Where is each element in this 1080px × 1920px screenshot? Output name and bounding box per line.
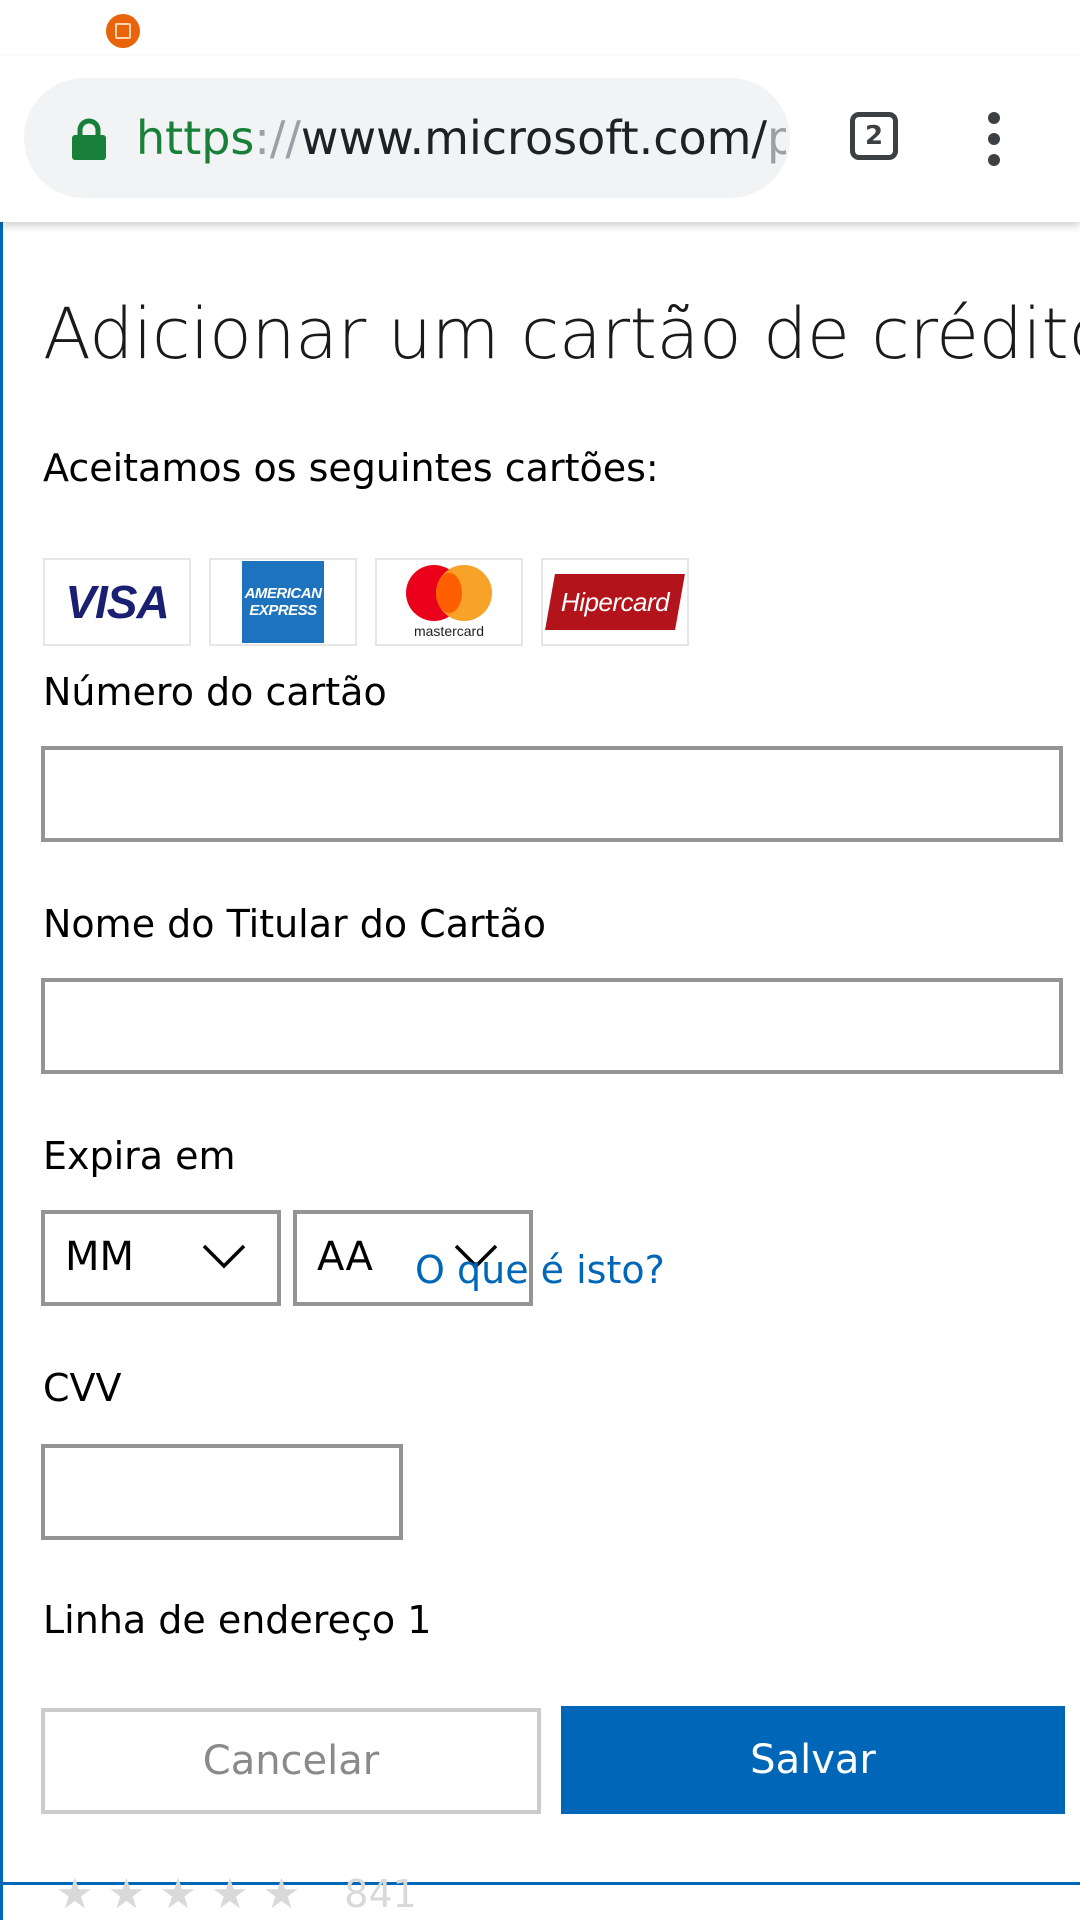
mastercard-text: mastercard <box>413 623 485 639</box>
amex-logo: AMERICAN EXPRESS <box>209 558 357 646</box>
save-button[interactable]: Salvar <box>561 1706 1065 1814</box>
url-text[interactable]: https://www.microsoft.com/p <box>136 108 786 168</box>
accepted-cards-list: VISA AMERICAN EXPRESS mastercard Hipercar… <box>43 558 689 648</box>
cvv-help-link[interactable]: O que é isto? <box>415 1246 665 1294</box>
tab-count: 2 <box>864 121 884 151</box>
accepted-cards-label: Aceitamos os seguintes cartões: <box>43 446 659 490</box>
cancel-button[interactable]: Cancelar <box>41 1708 541 1814</box>
expiry-year-value: AA <box>317 1234 373 1280</box>
more-menu-icon[interactable] <box>986 112 1002 166</box>
tab-switcher-icon[interactable]: 2 <box>850 112 898 160</box>
amex-line1: AMERICAN <box>244 585 322 602</box>
star-icon: ★ <box>210 1870 249 1917</box>
hipercard-logo: Hipercard <box>541 558 689 646</box>
url-separator: :// <box>254 111 301 165</box>
mastercard-logo: mastercard <box>375 558 523 646</box>
address-line1-label: Linha de endereço 1 <box>43 1598 432 1642</box>
hipercard-text: Hipercard <box>560 586 670 617</box>
cardholder-label: Nome do Titular do Cartão <box>43 902 547 946</box>
expiry-month-value: MM <box>65 1234 135 1280</box>
chevron-down-icon <box>202 1244 246 1269</box>
rating-count: 841 <box>344 1872 417 1916</box>
browser-toolbar: https://www.microsoft.com/p 2 <box>0 56 1080 222</box>
notification-icon <box>106 14 140 48</box>
card-number-input[interactable] <box>41 746 1063 842</box>
url-rest: p <box>767 111 786 165</box>
cvv-input[interactable] <box>41 1444 403 1540</box>
background-rating: ★ ★ ★ ★ ★ 841 <box>56 1868 417 1920</box>
star-icon: ★ <box>56 1870 94 1917</box>
card-number-label: Número do cartão <box>43 670 387 714</box>
lock-icon <box>72 118 106 160</box>
visa-logo: VISA <box>43 558 191 646</box>
add-card-panel: Adicionar um cartão de crédito Aceitamos… <box>0 222 1080 1920</box>
status-bar <box>0 0 1080 56</box>
amex-line2: EXPRESS <box>249 602 317 619</box>
star-icon: ★ <box>107 1870 146 1917</box>
page-title: Adicionar um cartão de crédito <box>43 293 1080 375</box>
expires-label: Expira em <box>43 1134 236 1178</box>
url-scheme: https <box>136 111 255 165</box>
url-host: www.microsoft.com/ <box>300 111 767 165</box>
cvv-label: CVV <box>43 1366 122 1410</box>
address-bar[interactable]: https://www.microsoft.com/p <box>24 78 790 198</box>
star-icon: ★ <box>159 1870 197 1917</box>
star-icon: ★ <box>262 1870 301 1917</box>
cardholder-input[interactable] <box>41 978 1063 1074</box>
visa-text: VISA <box>65 576 169 628</box>
expiry-month-select[interactable]: MM <box>41 1210 281 1306</box>
